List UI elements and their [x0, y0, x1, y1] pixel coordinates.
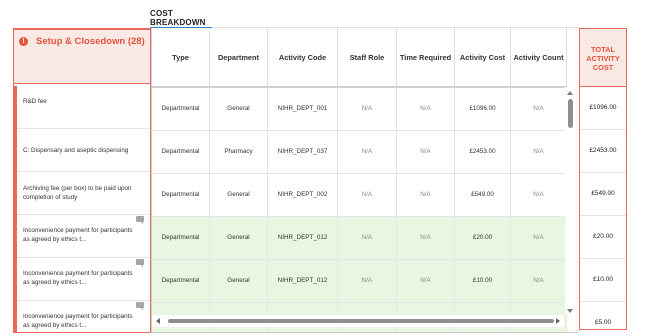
cell-type: Departmental [151, 87, 210, 131]
activity-row[interactable]: Inconvenience payment for participants a… [17, 301, 150, 332]
tab-bar: COST BREAKDOWN [150, 0, 580, 29]
column-header-time-required[interactable]: Time Required [396, 28, 455, 88]
total-cost-cell: £10.00 [580, 259, 626, 302]
tab-cost-breakdown[interactable]: COST BREAKDOWN [150, 0, 212, 29]
vertical-scroll-thumb[interactable] [568, 99, 573, 128]
total-cost-cell: £1096.00 [580, 87, 626, 130]
cell-activity-code: NIHR_DEPT_001 [267, 87, 338, 131]
cell-staff-role: N/A [337, 216, 397, 260]
total-cost-cell: £5.00 [580, 302, 626, 329]
column-header-staff-role[interactable]: Staff Role [337, 28, 397, 88]
section-title: Setup & Closedown (28) [36, 36, 145, 47]
cell-department: General [209, 216, 268, 260]
section-header[interactable]: ! Setup & Closedown (28) [14, 28, 150, 84]
column-header-activity-count[interactable]: Activity Count [510, 28, 567, 88]
cell-activity-count: N/A [510, 173, 567, 217]
total-header-line: ACTIVITY [586, 54, 620, 63]
activity-label: Inconvenience payment for participants a… [23, 270, 133, 286]
cell-time-required: N/A [396, 216, 455, 260]
total-header-line: COST [592, 63, 614, 72]
scroll-down-arrow-icon[interactable] [567, 309, 573, 313]
column-header-department[interactable]: Department [209, 28, 268, 88]
activity-row[interactable]: Inconvenience payment for participants a… [17, 258, 150, 301]
column-header-activity-code[interactable]: Activity Code [267, 28, 338, 88]
cell-activity-cost: £2453.00 [454, 130, 511, 174]
comment-icon[interactable] [136, 302, 144, 310]
scroll-up-arrow-icon[interactable] [567, 91, 573, 95]
activity-label: R&D fee [23, 98, 47, 105]
cost-breakdown-table: Type Department Activity Code Staff Role… [151, 28, 578, 333]
cell-activity-count: N/A [510, 259, 567, 303]
cell-activity-code: NIHR_DEPT_002 [267, 173, 338, 217]
cell-activity-cost: £549.00 [454, 173, 511, 217]
cell-activity-count: N/A [510, 130, 567, 174]
activity-row[interactable]: Inconvenience payment for participants a… [17, 215, 150, 258]
cell-time-required: N/A [396, 259, 455, 303]
activity-row[interactable]: C: Dispensary and aseptic dispensing [17, 129, 150, 172]
cell-department: Pharmacy [209, 130, 268, 174]
total-cost-cell: £549.00 [580, 173, 626, 216]
cell-type: Departmental [151, 216, 210, 260]
cell-department: General [209, 259, 268, 303]
horizontal-scrollbar[interactable] [152, 315, 564, 327]
cell-activity-code: NIHR_DEPT_012 [267, 259, 338, 303]
cell-activity-count: N/A [510, 87, 567, 131]
column-header-type[interactable]: Type [151, 28, 210, 88]
cell-time-required: N/A [396, 173, 455, 217]
cell-type: Departmental [151, 259, 210, 303]
cell-staff-role: N/A [337, 130, 397, 174]
table-row[interactable]: Departmental General NIHR_DEPT_001 N/A N/A £1… [151, 87, 567, 131]
total-header-line: TOTAL [591, 45, 615, 54]
comment-icon[interactable] [136, 216, 144, 224]
activity-list: R&D fee C: Dispensary and aseptic dispen… [14, 86, 150, 332]
table-row[interactable]: Departmental General NIHR_DEPT_012 N/A N/A £2… [151, 216, 567, 260]
table-header-row: Type Department Activity Code Staff Role… [151, 28, 567, 88]
cell-activity-code: NIHR_DEPT_012 [267, 216, 338, 260]
horizontal-scroll-thumb[interactable] [168, 319, 554, 323]
cell-time-required: N/A [396, 130, 455, 174]
total-cost-cell: £20.00 [580, 216, 626, 259]
warning-icon: ! [19, 37, 28, 46]
total-activity-cost-header: TOTAL ACTIVITY COST [580, 29, 626, 87]
activity-row[interactable]: Archiving fee (per box) to be paid upon … [17, 172, 150, 215]
table-row[interactable]: Departmental Pharmacy NIHR_DEPT_037 N/A N/A £… [151, 130, 567, 174]
cell-activity-cost: £10.00 [454, 259, 511, 303]
scroll-right-arrow-icon[interactable] [556, 318, 560, 324]
activity-row[interactable]: R&D fee [17, 86, 150, 129]
total-activity-cost-panel: TOTAL ACTIVITY COST £1096.00 £2453.00 £5… [579, 28, 627, 330]
cell-activity-count: N/A [510, 216, 567, 260]
activity-list-panel: ! Setup & Closedown (28) R&D fee C: Disp… [13, 28, 151, 333]
cell-type: Departmental [151, 173, 210, 217]
cell-type: Departmental [151, 130, 210, 174]
scroll-left-arrow-icon[interactable] [156, 318, 160, 324]
cell-staff-role: N/A [337, 87, 397, 131]
table-row[interactable]: Departmental General NIHR_DEPT_012 N/A N/A £1… [151, 259, 567, 303]
table-row[interactable]: Departmental General NIHR_DEPT_002 N/A N/A £5… [151, 173, 567, 217]
cell-department: General [209, 87, 268, 131]
cell-staff-role: N/A [337, 259, 397, 303]
vertical-scrollbar[interactable] [565, 87, 576, 315]
activity-label: Inconvenience payment for participants a… [23, 227, 133, 243]
comment-icon[interactable] [136, 259, 144, 267]
activity-label: Inconvenience payment for participants a… [23, 313, 133, 329]
activity-label: Archiving fee (per box) to be paid upon … [23, 185, 132, 201]
cell-activity-cost: £1096.00 [454, 87, 511, 131]
cell-activity-cost: £20.00 [454, 216, 511, 260]
cell-department: General [209, 173, 268, 217]
cell-time-required: N/A [396, 87, 455, 131]
column-header-activity-cost[interactable]: Activity Cost [454, 28, 511, 88]
cell-staff-role: N/A [337, 173, 397, 217]
activity-label: C: Dispensary and aseptic dispensing [23, 147, 129, 154]
tab-cost-breakdown-label: COST BREAKDOWN [150, 9, 206, 27]
total-cost-cell: £2453.00 [580, 130, 626, 173]
cell-activity-code: NIHR_DEPT_037 [267, 130, 338, 174]
